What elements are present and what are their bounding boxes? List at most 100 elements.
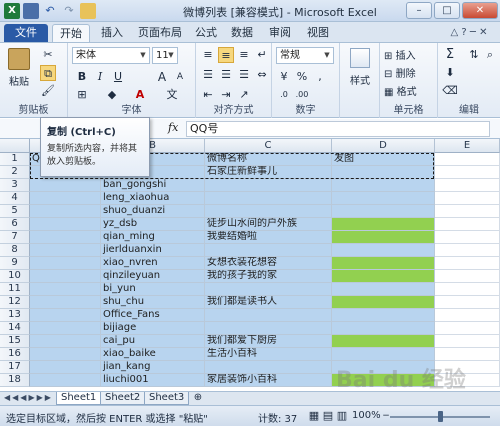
- cell-b-row[interactable]: jierlduanxin: [101, 244, 205, 257]
- cell-e-row[interactable]: [435, 283, 500, 296]
- cell-e-row[interactable]: [435, 257, 500, 270]
- cell-c-row[interactable]: 家居装饰小百科: [205, 374, 332, 387]
- cell-e-row[interactable]: [435, 166, 500, 179]
- cell-b-row[interactable]: yz_dsb: [101, 218, 205, 231]
- cell-e-row[interactable]: [435, 322, 500, 335]
- row-header[interactable]: 12: [0, 296, 30, 309]
- cell-a-row[interactable]: [30, 283, 101, 296]
- cell-c-row[interactable]: [205, 361, 332, 374]
- tab-review[interactable]: 审阅: [264, 24, 296, 42]
- cell-b-row[interactable]: xiao_nvren: [101, 257, 205, 270]
- cell-b-row[interactable]: shu_chu: [101, 296, 205, 309]
- fill-icon[interactable]: ⬇: [442, 65, 458, 81]
- cell-a-row[interactable]: [30, 270, 101, 283]
- cell-b-row[interactable]: bi_yun: [101, 283, 205, 296]
- cell-b-row[interactable]: ban_gongshi: [101, 179, 205, 192]
- cell-e-row[interactable]: [435, 244, 500, 257]
- paste-button[interactable]: 粘贴: [6, 46, 32, 94]
- delete-cells-button[interactable]: ⊟ 删除: [384, 65, 416, 80]
- cell-e-row[interactable]: [435, 231, 500, 244]
- column-header-e[interactable]: E: [435, 139, 500, 153]
- column-header-d[interactable]: D: [332, 139, 435, 153]
- cell-d-row[interactable]: [332, 309, 435, 322]
- cell-a-row[interactable]: [30, 244, 101, 257]
- cut-icon[interactable]: ✂: [40, 47, 56, 63]
- cell-b-row[interactable]: cai_pu: [101, 335, 205, 348]
- tab-home[interactable]: 开始: [52, 24, 90, 42]
- cell-d-row[interactable]: [332, 270, 435, 283]
- cell-e-row[interactable]: [435, 205, 500, 218]
- maximize-button[interactable]: □: [434, 2, 460, 19]
- comma-button[interactable]: ,: [312, 69, 328, 85]
- cell-e-row[interactable]: [435, 270, 500, 283]
- redo-icon[interactable]: ↷: [61, 3, 77, 19]
- font-name-combo[interactable]: 宋体 ▼: [72, 47, 150, 64]
- cell-a-row[interactable]: [30, 335, 101, 348]
- save-icon[interactable]: [23, 3, 39, 19]
- tab-data[interactable]: 数据: [226, 24, 258, 42]
- align-center-icon[interactable]: ☰: [218, 67, 234, 83]
- cell-d-row[interactable]: [332, 283, 435, 296]
- cell-d-row[interactable]: [332, 322, 435, 335]
- cell-d-row[interactable]: [332, 257, 435, 270]
- cell-a-row[interactable]: [30, 296, 101, 309]
- cell-d-row[interactable]: [332, 179, 435, 192]
- cell-c-row[interactable]: [205, 244, 332, 257]
- cell-a-row[interactable]: [30, 361, 101, 374]
- zoom-slider-thumb[interactable]: [438, 411, 443, 422]
- cell-e-row[interactable]: [435, 296, 500, 309]
- row-header[interactable]: 11: [0, 283, 30, 296]
- ribbon-help-controls[interactable]: △ ? ─ ✕: [442, 24, 496, 42]
- new-sheet-icon[interactable]: ⊕: [190, 390, 206, 406]
- shrink-font-button[interactable]: A: [172, 69, 188, 85]
- sheet-tab-3[interactable]: Sheet3: [144, 392, 190, 405]
- tab-insert[interactable]: 插入: [94, 24, 130, 42]
- cell-d-row[interactable]: [332, 296, 435, 309]
- format-cells-button[interactable]: ▦ 格式: [384, 83, 417, 98]
- zoom-level[interactable]: 100%: [352, 410, 381, 421]
- insert-function-button[interactable]: fx: [168, 121, 178, 134]
- cell-a-row[interactable]: [30, 192, 101, 205]
- cell-a-row[interactable]: [30, 179, 101, 192]
- open-folder-icon[interactable]: [80, 3, 96, 19]
- cell-e-row[interactable]: [435, 309, 500, 322]
- cell-a-row[interactable]: [30, 231, 101, 244]
- tab-page-layout[interactable]: 页面布局: [134, 24, 186, 42]
- cell-b-row[interactable]: leng_xiaohua: [101, 192, 205, 205]
- cell-d-row[interactable]: [332, 335, 435, 348]
- number-format-combo[interactable]: 常规 ▼: [276, 47, 334, 64]
- cell-a-row[interactable]: [30, 374, 101, 387]
- row-header[interactable]: 5: [0, 205, 30, 218]
- sheet-nav-icon[interactable]: ◀◀◀▶▶▶: [4, 393, 53, 402]
- cell-b-row[interactable]: qian_ming: [101, 231, 205, 244]
- align-bottom-icon[interactable]: ≡: [236, 47, 252, 63]
- cell-c-row[interactable]: [205, 192, 332, 205]
- cell-d-row[interactable]: [332, 218, 435, 231]
- align-left-icon[interactable]: ☰: [200, 67, 216, 83]
- clear-icon[interactable]: ⌫: [442, 83, 458, 99]
- bold-button[interactable]: B: [74, 69, 90, 85]
- cell-d-row[interactable]: [332, 166, 435, 179]
- currency-icon[interactable]: ¥: [276, 69, 292, 85]
- cell-a-row[interactable]: [30, 322, 101, 335]
- cell-e-row[interactable]: [435, 192, 500, 205]
- format-painter-icon[interactable]: 🖌: [40, 83, 56, 99]
- row-header[interactable]: 6: [0, 218, 30, 231]
- copy-icon[interactable]: ⧉: [40, 65, 56, 81]
- cell-c-row[interactable]: [205, 283, 332, 296]
- cell-c-row[interactable]: 微博名称: [205, 153, 332, 166]
- cell-d-row[interactable]: [332, 205, 435, 218]
- sheet-tab-1[interactable]: Sheet1: [56, 392, 102, 405]
- sheet-tab-2[interactable]: Sheet2: [100, 392, 146, 405]
- cell-a-row[interactable]: [30, 309, 101, 322]
- sort-filter-icon[interactable]: ⇅: [466, 47, 482, 63]
- cell-c-row[interactable]: [205, 205, 332, 218]
- row-header[interactable]: 9: [0, 257, 30, 270]
- cell-c-row[interactable]: 我要结婚啦: [205, 231, 332, 244]
- row-header[interactable]: 2: [0, 166, 30, 179]
- minimize-button[interactable]: –: [406, 2, 432, 19]
- cell-c-row[interactable]: 石家庄新鲜事儿: [205, 166, 332, 179]
- cell-b-row[interactable]: xiao_baike: [101, 348, 205, 361]
- align-top-icon[interactable]: ≡: [200, 47, 216, 63]
- find-select-icon[interactable]: ⌕: [482, 47, 498, 63]
